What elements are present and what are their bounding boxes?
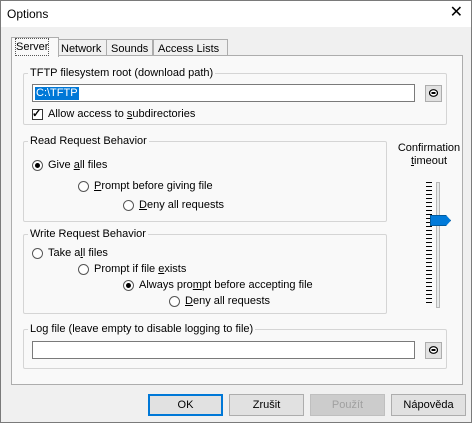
write-always-prompt-radio[interactable]: Always prompt before accepting file [123,279,313,291]
write-always-prompt-label: Always prompt before accepting file [139,279,313,291]
radio-dot[interactable] [78,263,89,275]
tab-network[interactable]: Network [56,39,108,56]
checkmark-icon: ✓ [32,107,42,120]
write-prompt-label: Prompt if file exists [94,263,187,275]
tab-sounds[interactable]: Sounds [106,39,153,56]
fs-root-value: C:\TFTP [34,86,80,101]
confirmation-timeout-label: Confirmation timeout [397,142,461,167]
help-button[interactable]: Nápověda [391,394,466,416]
tab-server[interactable]: Server [11,37,59,57]
confirmation-timeout-slider[interactable] [436,182,440,308]
fs-root-browse-button[interactable] [425,85,442,102]
allow-subdirectories-label: Allow access to subdirectories [48,108,196,120]
fs-root-input[interactable]: C:\TFTP [32,84,415,102]
write-prompt-radio[interactable]: Prompt if file exists [78,263,186,275]
allow-subdirectories-checkbox[interactable]: ✓ Allow access to subdirectories [32,108,195,120]
write-take-all-radio[interactable]: Take all files [32,247,108,259]
read-give-all-radio[interactable]: Give all files [32,159,107,171]
log-file-legend: Log file (leave empty to disable logging… [30,323,254,335]
write-behavior-legend: Write Request Behavior [30,228,146,240]
folder-icon [429,346,438,354]
slider-ticks [426,182,432,306]
ok-button[interactable]: OK [148,394,223,416]
radio-dot[interactable] [32,247,43,259]
folder-icon [429,89,438,97]
close-icon[interactable]: ✕ [450,4,463,22]
read-prompt-radio[interactable]: Prompt before giving file [78,180,213,192]
log-file-input[interactable] [32,341,415,359]
read-behavior-legend: Read Request Behavior [30,135,147,147]
radio-dot[interactable] [78,180,89,192]
cancel-button[interactable]: Zrušit [229,394,304,416]
radio-dot[interactable] [169,295,180,307]
tab-access-lists[interactable]: Access Lists [153,39,228,56]
write-deny-label: Deny all requests [185,295,270,307]
radio-dot[interactable] [123,199,134,211]
log-file-browse-button[interactable] [425,342,442,359]
read-prompt-label: Prompt before giving file [94,180,213,192]
write-deny-radio[interactable]: Deny all requests [169,295,270,307]
options-dialog: Options ✕ Server Network Sounds Access L… [0,0,472,423]
write-take-all-label: Take all files [48,247,108,259]
window-title: Options [7,7,49,21]
read-deny-label: Deny all requests [139,199,224,211]
fs-root-legend: TFTP filesystem root (download path) [30,67,214,79]
checkbox-box[interactable]: ✓ [32,107,43,120]
radio-dot[interactable] [123,279,134,291]
title-bar: Options ✕ [1,1,471,27]
read-deny-radio[interactable]: Deny all requests [123,199,224,211]
apply-button[interactable]: Použít [310,394,385,416]
radio-dot[interactable] [32,159,43,171]
read-give-all-label: Give all files [48,159,108,171]
